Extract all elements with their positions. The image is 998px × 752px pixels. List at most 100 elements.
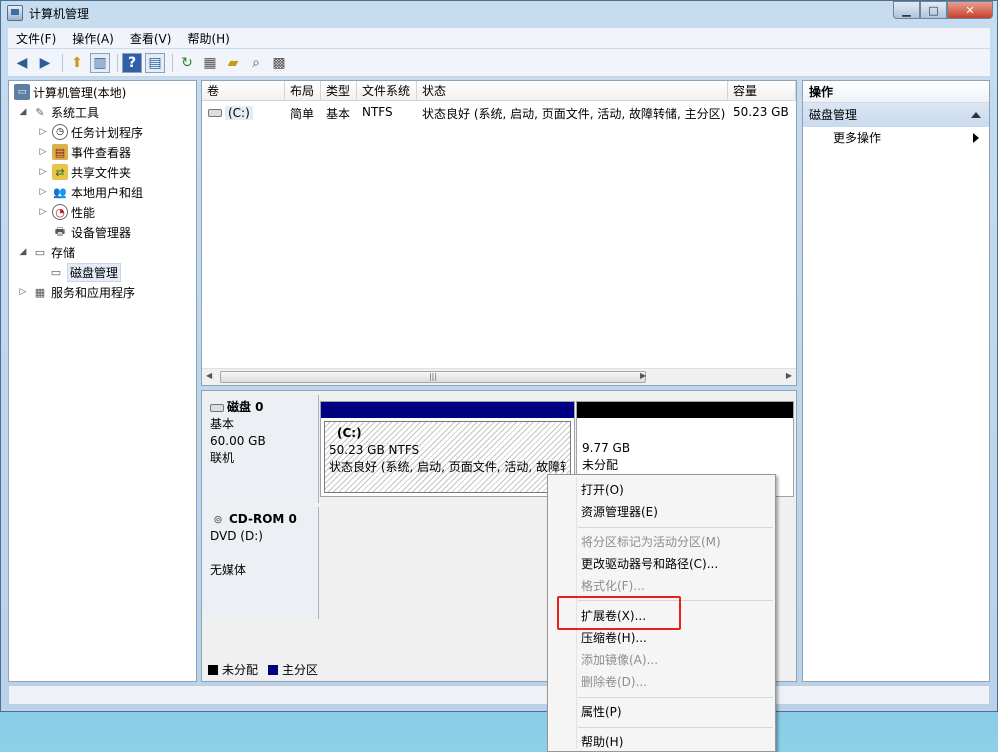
tree-item-performance[interactable]: ▷ ◔ 性能 [37, 202, 95, 222]
show-action-pane-icon[interactable]: ▤ [145, 52, 165, 73]
show-hide-tree-icon[interactable]: ▥ [90, 52, 110, 73]
search-icon[interactable]: ⌕ [246, 53, 266, 73]
window-controls: ▁ □ ✕ [893, 1, 993, 19]
menu-file[interactable]: 文件(F) [8, 30, 64, 47]
tree-item-label: 存储 [51, 245, 76, 260]
unallocated-info: 9.77 GB 未分配 [582, 440, 630, 474]
horizontal-scrollbar[interactable]: ◀ ||| ▶ ▶ [202, 368, 796, 385]
scroll-right-icon[interactable]: ▶ [786, 371, 792, 380]
actions-pane: 操作 磁盘管理 更多操作 [802, 80, 990, 682]
window-title: 计算机管理 [29, 6, 90, 21]
cdrom-name: CD-ROM 0 [229, 512, 297, 526]
tree-item-root[interactable]: ▭ 计算机管理(本地) [11, 82, 126, 102]
column-header-volume[interactable]: 卷 [202, 81, 285, 101]
minimize-button[interactable]: ▁ [893, 1, 920, 19]
tree-item-label: 共享文件夹 [71, 165, 132, 180]
disk-management-icon: ▭ [50, 265, 62, 279]
open-folder-icon[interactable]: ▰ [223, 53, 243, 73]
column-header-filesystem[interactable]: 文件系统 [357, 81, 417, 101]
cdrom-label[interactable]: ⊚ CD-ROM 0 DVD (D:) 无媒体 [202, 507, 319, 619]
tree-item-event-viewer[interactable]: ▷ ▤ 事件查看器 [37, 142, 131, 162]
column-header-status[interactable]: 状态 [417, 81, 728, 101]
status-cell: 状态良好 (系统, 启动, 页面文件, 活动, 故障转储, 主分区) [422, 107, 726, 121]
tree-item-storage[interactable]: ◢ ▭ 存储 [17, 242, 75, 262]
tree-item-task-scheduler[interactable]: ▷ ◷ 任务计划程序 [37, 122, 143, 142]
toolbar-separator [117, 53, 118, 72]
menu-item-change-drive-letter[interactable]: 更改驱动器号和路径(C)... [581, 555, 718, 572]
disk-size: 60.00 GB [210, 434, 266, 448]
expanded-arrow-icon[interactable]: ◢ [17, 247, 29, 257]
menu-item-format[interactable]: 格式化(F)... [581, 577, 645, 594]
column-header-type[interactable]: 类型 [321, 81, 357, 101]
filesystem-cell: NTFS [362, 105, 393, 119]
submenu-arrow-icon [973, 133, 979, 143]
scroll-thumb[interactable]: ||| [220, 371, 646, 383]
tree-item-label: 事件查看器 [71, 145, 132, 160]
computer-management-window: 计算机管理 ▁ □ ✕ 文件(F) 操作(A) 查看(V) 帮助(H) ◀ ▶ … [0, 0, 998, 712]
actions-header: 操作 [803, 81, 989, 103]
forward-arrow-icon[interactable]: ▶ [35, 53, 55, 73]
legend-unallocated-swatch [208, 664, 218, 675]
collapsed-arrow-icon[interactable]: ▷ [37, 127, 49, 137]
close-button[interactable]: ✕ [947, 1, 993, 19]
tree-item-label: 服务和应用程序 [51, 285, 136, 300]
volume-cell: (C:) [225, 106, 253, 120]
maximize-button[interactable]: □ [920, 1, 947, 19]
menu-item-add-mirror[interactable]: 添加镜像(A)... [581, 651, 658, 668]
menu-item-properties[interactable]: 属性(P) [581, 703, 622, 720]
menu-view[interactable]: 查看(V) [122, 30, 180, 47]
collapsed-arrow-icon[interactable]: ▷ [37, 207, 49, 217]
scroll-right-arrow-icon[interactable]: ▶ [640, 371, 646, 380]
hard-disk-icon [210, 403, 224, 412]
up-folder-icon[interactable]: ⬆ [67, 53, 87, 73]
scroll-left-icon[interactable]: ◀ [206, 371, 212, 380]
tree-item-device-manager[interactable]: 🖶 设备管理器 [49, 222, 131, 242]
actions-section-disk-management[interactable]: 磁盘管理 [803, 103, 989, 127]
tree-item-label: 性能 [71, 205, 96, 220]
toolbar-separator [62, 53, 63, 72]
settings-icon[interactable]: ▩ [269, 53, 289, 73]
menu-item-help[interactable]: 帮助(H) [581, 733, 623, 750]
back-arrow-icon[interactable]: ◀ [12, 53, 32, 73]
column-header-capacity[interactable]: 容量 [728, 81, 796, 101]
menu-separator [578, 697, 773, 698]
tree-item-shared-folders[interactable]: ▷ ⇄ 共享文件夹 [37, 162, 131, 182]
more-actions-item[interactable]: 更多操作 [803, 127, 989, 149]
collapse-arrow-icon[interactable] [971, 112, 981, 118]
storage-icon: ▭ [34, 245, 46, 259]
tree-item-local-users[interactable]: ▷ 👥 本地用户和组 [37, 182, 143, 202]
help-icon[interactable]: ? [122, 52, 142, 73]
collapsed-arrow-icon[interactable]: ▷ [37, 187, 49, 197]
menu-item-delete-volume[interactable]: 删除卷(D)... [581, 673, 647, 690]
collapsed-arrow-icon[interactable]: ▷ [17, 287, 29, 297]
tree-item-label: 本地用户和组 [71, 185, 144, 200]
refresh-icon[interactable]: ↻ [177, 53, 197, 73]
column-header-layout[interactable]: 布局 [285, 81, 321, 101]
disk-0-label[interactable]: 磁盘 0 基本 60.00 GB 联机 [202, 395, 319, 503]
menu-action[interactable]: 操作(A) [64, 30, 122, 47]
menu-item-mark-active[interactable]: 将分区标记为活动分区(M) [581, 533, 721, 550]
unallocated-size: 9.77 GB [582, 441, 631, 455]
more-actions-label: 更多操作 [833, 131, 882, 145]
collapsed-arrow-icon[interactable]: ▷ [37, 167, 49, 177]
collapsed-arrow-icon[interactable]: ▷ [37, 147, 49, 157]
title-bar[interactable]: 计算机管理 ▁ □ ✕ [1, 1, 997, 25]
unallocated-bar [577, 402, 793, 418]
menu-item-open[interactable]: 打开(O) [581, 481, 624, 498]
tree-item-disk-management[interactable]: ▭ 磁盘管理 [45, 262, 122, 282]
menu-item-shrink-volume[interactable]: 压缩卷(H)... [581, 629, 647, 646]
expanded-arrow-icon[interactable]: ◢ [17, 107, 29, 117]
partition-c[interactable]: (C:) 50.23 GB NTFS 状态良好 (系统, 启动, 页面文件, 活… [320, 401, 575, 497]
properties-icon[interactable]: ▦ [200, 53, 220, 73]
menu-help[interactable]: 帮助(H) [179, 30, 237, 47]
cd-drive-icon: ⊚ [213, 513, 223, 526]
layout-cell: 简单 [290, 107, 315, 121]
tree-item-system-tools[interactable]: ◢ ✎ 系统工具 [17, 102, 99, 122]
type-cell: 基本 [326, 107, 351, 121]
tree-item-services[interactable]: ▷ ▦ 服务和应用程序 [17, 282, 135, 302]
table-row[interactable]: (C:) [205, 106, 253, 120]
unallocated-label: 未分配 [582, 458, 619, 472]
menu-item-explorer[interactable]: 资源管理器(E) [581, 503, 658, 520]
partition-size: 50.23 GB NTFS [329, 443, 420, 457]
tree-item-label: 任务计划程序 [71, 125, 144, 140]
